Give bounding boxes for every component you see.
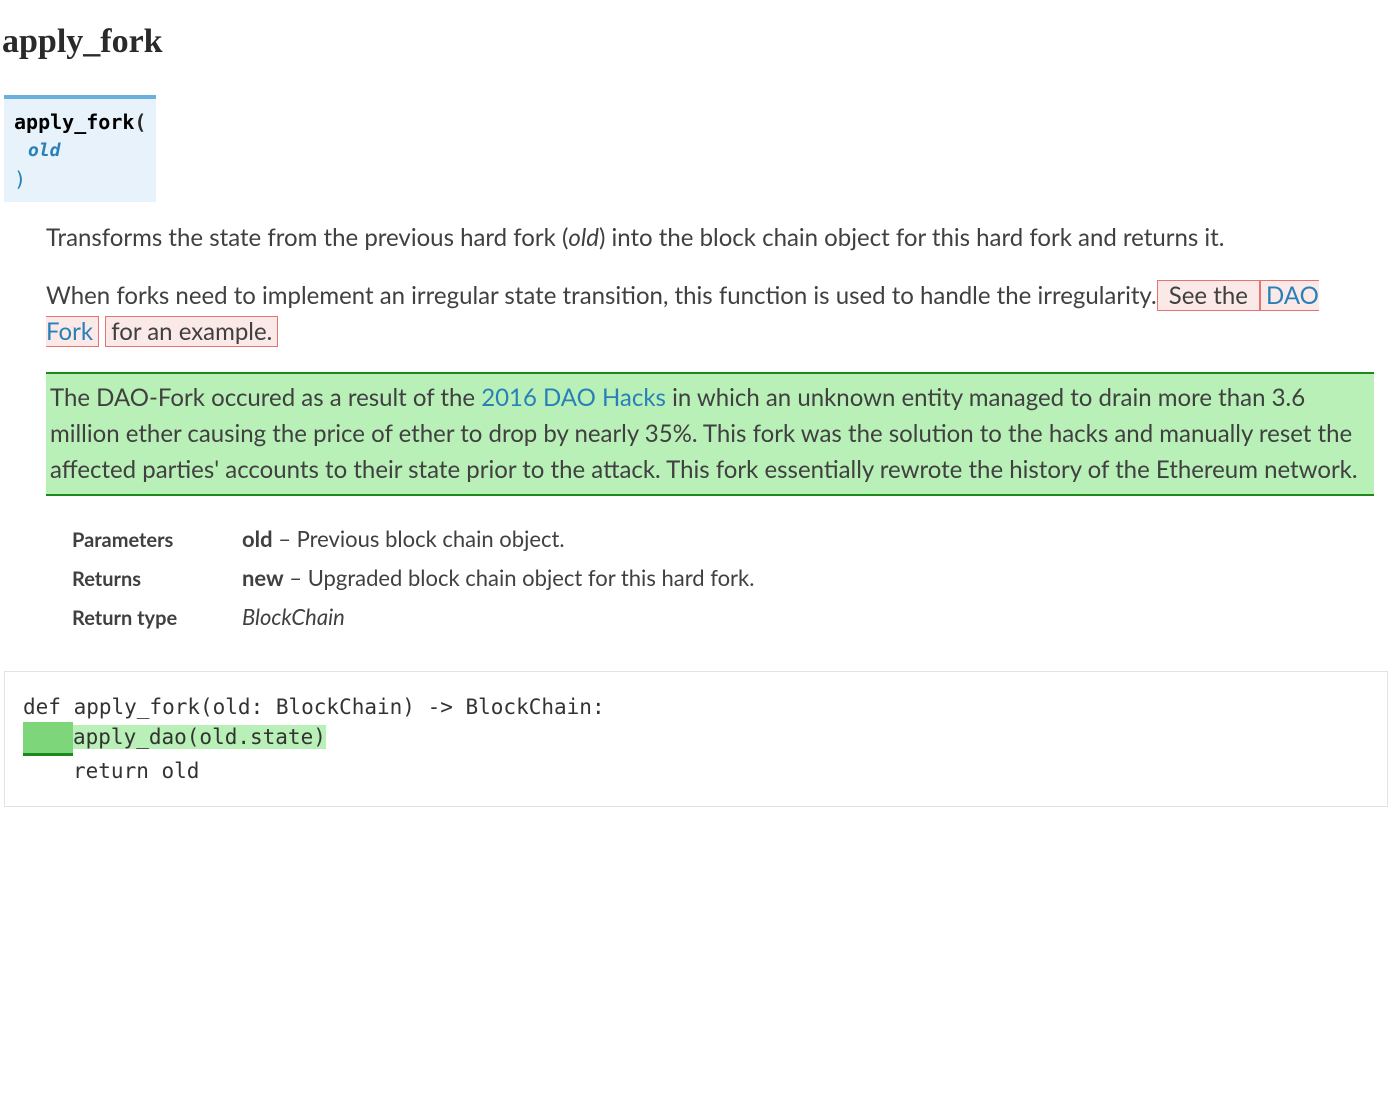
sig-open-paren: ( (134, 110, 146, 134)
desc-paragraph-1: Transforms the state from the previous h… (46, 220, 1374, 256)
section-heading: apply_fork (2, 16, 1392, 67)
function-signature: apply_fork( old ) (4, 95, 156, 202)
diff-removed-text: for an example. (105, 316, 278, 347)
diff-added-indent (23, 722, 73, 755)
diff-added-code: apply_dao(old.state) (73, 725, 326, 749)
sig-close-paren: ) (14, 167, 26, 191)
description-block: Transforms the state from the previous h… (46, 220, 1374, 633)
source-code-block: def apply_fork(old: BlockChain) -> Block… (4, 671, 1388, 807)
field-parameters-body: old – Previous block chain object. (242, 522, 1374, 555)
field-list: Parameters old – Previous block chain ob… (72, 522, 1374, 633)
sig-param-old: old (14, 137, 146, 164)
field-rtype-body: BlockChain (242, 600, 1374, 633)
diff-removed-text: See the (1157, 280, 1260, 311)
field-returns-label: Returns (72, 561, 242, 594)
sig-name: apply_fork (14, 110, 134, 134)
diff-added-block: The DAO-Fork occured as a result of the … (46, 372, 1374, 496)
field-parameters-label: Parameters (72, 522, 242, 555)
desc-paragraph-2: When forks need to implement an irregula… (46, 278, 1374, 350)
field-returns-body: new – Upgraded block chain object for th… (242, 561, 1374, 594)
dao-hacks-link[interactable]: 2016 DAO Hacks (481, 383, 666, 412)
field-rtype-label: Return type (72, 600, 242, 633)
